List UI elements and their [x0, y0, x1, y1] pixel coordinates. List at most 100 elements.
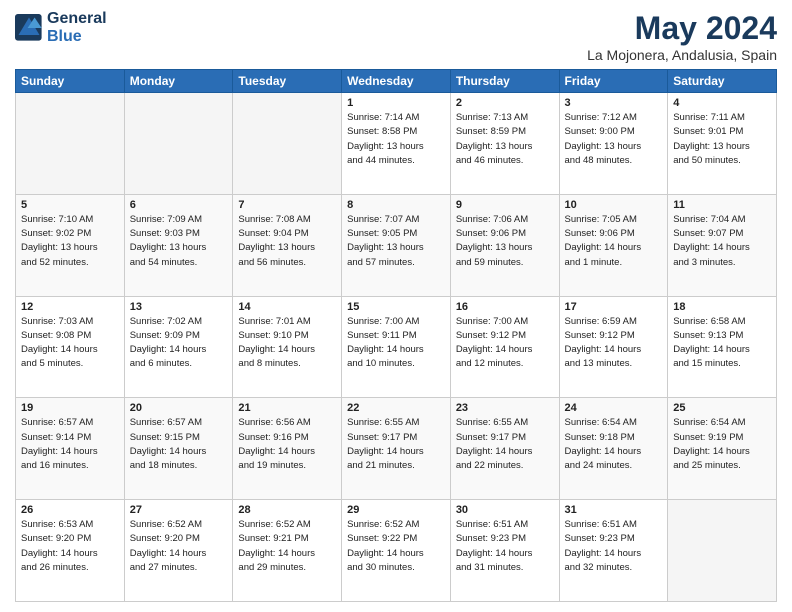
- detail-line: Daylight: 13 hours: [456, 140, 554, 154]
- detail-line: and 12 minutes.: [456, 357, 554, 371]
- detail-line: Sunrise: 7:00 AM: [347, 315, 445, 329]
- detail-line: Sunset: 8:58 PM: [347, 125, 445, 139]
- detail-line: Daylight: 14 hours: [673, 445, 771, 459]
- detail-line: Sunrise: 6:55 AM: [347, 416, 445, 430]
- logo-line2: Blue: [47, 28, 107, 46]
- detail-line: Sunset: 9:02 PM: [21, 227, 119, 241]
- detail-line: Sunset: 8:59 PM: [456, 125, 554, 139]
- detail-line: Daylight: 14 hours: [238, 343, 336, 357]
- detail-line: Sunset: 9:07 PM: [673, 227, 771, 241]
- calendar-header-monday: Monday: [124, 70, 233, 93]
- calendar-cell: 9Sunrise: 7:06 AMSunset: 9:06 PMDaylight…: [450, 194, 559, 296]
- day-number: 31: [565, 504, 663, 516]
- detail-line: Daylight: 14 hours: [565, 343, 663, 357]
- detail-line: Sunset: 9:03 PM: [130, 227, 228, 241]
- detail-line: Daylight: 14 hours: [238, 445, 336, 459]
- detail-line: Sunrise: 7:09 AM: [130, 213, 228, 227]
- detail-line: Sunset: 9:21 PM: [238, 532, 336, 546]
- calendar-cell: 24 Sunrise: 6:54 AMSunset: 9:18 PMDayligh…: [559, 398, 668, 500]
- detail-line: Sunset: 9:20 PM: [21, 532, 119, 546]
- detail-line: and 19 minutes.: [238, 459, 336, 473]
- calendar-cell: 3Sunrise: 7:12 AMSunset: 9:00 PMDaylight…: [559, 93, 668, 195]
- detail-line: and 8 minutes.: [238, 357, 336, 371]
- day-number: 21: [238, 402, 336, 414]
- detail-line: and 29 minutes.: [238, 561, 336, 575]
- detail-line: Sunset: 9:23 PM: [565, 532, 663, 546]
- day-number: 9: [456, 199, 554, 211]
- detail-line: Sunset: 9:17 PM: [347, 431, 445, 445]
- day-detail: Sunrise: 7:00 AMSunset: 9:11 PMDaylight:…: [347, 315, 445, 372]
- day-detail: Sunrise: 7:09 AMSunset: 9:03 PMDaylight:…: [130, 213, 228, 270]
- detail-line: Sunrise: 6:51 AM: [456, 518, 554, 532]
- day-detail: Sunrise: 7:04 AMSunset: 9:07 PMDaylight:…: [673, 213, 771, 270]
- title-block: May 2024 La Mojonera, Andalusia, Spain: [587, 10, 777, 63]
- calendar-cell: 2Sunrise: 7:13 AMSunset: 8:59 PMDaylight…: [450, 93, 559, 195]
- calendar-cell: 10Sunrise: 7:05 AMSunset: 9:06 PMDayligh…: [559, 194, 668, 296]
- day-detail: Sunrise: 6:52 AMSunset: 9:20 PMDaylight:…: [130, 518, 228, 575]
- day-number: 1: [347, 97, 445, 109]
- day-number: 20: [130, 402, 228, 414]
- detail-line: and 5 minutes.: [21, 357, 119, 371]
- day-detail: Sunrise: 6:59 AMSunset: 9:12 PMDaylight:…: [565, 315, 663, 372]
- detail-line: and 48 minutes.: [565, 154, 663, 168]
- detail-line: Sunrise: 7:03 AM: [21, 315, 119, 329]
- detail-line: and 52 minutes.: [21, 256, 119, 270]
- detail-line: Sunrise: 7:07 AM: [347, 213, 445, 227]
- detail-line: and 32 minutes.: [565, 561, 663, 575]
- detail-line: Sunset: 9:06 PM: [456, 227, 554, 241]
- detail-line: Sunset: 9:01 PM: [673, 125, 771, 139]
- detail-line: and 59 minutes.: [456, 256, 554, 270]
- day-number: 5: [21, 199, 119, 211]
- calendar-cell: 23 Sunrise: 6:55 AMSunset: 9:17 PMDayligh…: [450, 398, 559, 500]
- day-detail: Sunrise: 7:12 AMSunset: 9:00 PMDaylight:…: [565, 111, 663, 168]
- day-detail: Sunrise: 6:54 AMSunset: 9:18 PMDaylight:…: [565, 416, 663, 473]
- detail-line: and 18 minutes.: [130, 459, 228, 473]
- calendar-cell: 16Sunrise: 7:00 AMSunset: 9:12 PMDayligh…: [450, 296, 559, 398]
- day-number: 24: [565, 402, 663, 414]
- detail-line: Daylight: 14 hours: [21, 547, 119, 561]
- detail-line: Daylight: 14 hours: [347, 547, 445, 561]
- day-detail: Sunrise: 6:52 AMSunset: 9:21 PMDaylight:…: [238, 518, 336, 575]
- logo-line1: General: [47, 10, 107, 28]
- calendar-cell: 29Sunrise: 6:52 AMSunset: 9:22 PMDayligh…: [342, 500, 451, 602]
- detail-line: and 30 minutes.: [347, 561, 445, 575]
- detail-line: Daylight: 14 hours: [130, 547, 228, 561]
- calendar-cell: 22Sunrise: 6:55 AMSunset: 9:17 PMDayligh…: [342, 398, 451, 500]
- day-detail: Sunrise: 7:02 AMSunset: 9:09 PMDaylight:…: [130, 315, 228, 372]
- detail-line: Daylight: 13 hours: [565, 140, 663, 154]
- day-number: 14: [238, 301, 336, 313]
- day-detail: Sunrise: 6:55 AMSunset: 9:17 PMDaylight:…: [456, 416, 554, 473]
- detail-line: and 57 minutes.: [347, 256, 445, 270]
- day-number: 23: [456, 402, 554, 414]
- day-detail: Sunrise: 6:51 AMSunset: 9:23 PMDaylight:…: [456, 518, 554, 575]
- detail-line: Daylight: 14 hours: [565, 445, 663, 459]
- detail-line: Sunrise: 6:56 AM: [238, 416, 336, 430]
- detail-line: Sunrise: 7:14 AM: [347, 111, 445, 125]
- detail-line: Sunrise: 6:53 AM: [21, 518, 119, 532]
- day-number: 19: [21, 402, 119, 414]
- detail-line: Sunset: 9:15 PM: [130, 431, 228, 445]
- detail-line: Sunrise: 7:01 AM: [238, 315, 336, 329]
- detail-line: Sunrise: 6:51 AM: [565, 518, 663, 532]
- detail-line: Sunset: 9:08 PM: [21, 329, 119, 343]
- calendar-cell: 12Sunrise: 7:03 AMSunset: 9:08 PMDayligh…: [16, 296, 125, 398]
- day-number: 25: [673, 402, 771, 414]
- calendar-week-2: 5Sunrise: 7:10 AMSunset: 9:02 PMDaylight…: [16, 194, 777, 296]
- day-number: 22: [347, 402, 445, 414]
- detail-line: Sunrise: 6:52 AM: [347, 518, 445, 532]
- detail-line: and 15 minutes.: [673, 357, 771, 371]
- detail-line: Sunset: 9:19 PM: [673, 431, 771, 445]
- day-detail: Sunrise: 6:54 AMSunset: 9:19 PMDaylight:…: [673, 416, 771, 473]
- detail-line: Sunrise: 6:58 AM: [673, 315, 771, 329]
- calendar-cell: 25 Sunrise: 6:54 AMSunset: 9:19 PMDayligh…: [668, 398, 777, 500]
- day-number: 28: [238, 504, 336, 516]
- detail-line: and 10 minutes.: [347, 357, 445, 371]
- day-number: 29: [347, 504, 445, 516]
- detail-line: Daylight: 13 hours: [347, 241, 445, 255]
- calendar-cell: 26Sunrise: 6:53 AMSunset: 9:20 PMDayligh…: [16, 500, 125, 602]
- detail-line: and 16 minutes.: [21, 459, 119, 473]
- day-number: 15: [347, 301, 445, 313]
- detail-line: Daylight: 14 hours: [130, 343, 228, 357]
- calendar-table: SundayMondayTuesdayWednesdayThursdayFrid…: [15, 69, 777, 602]
- detail-line: and 24 minutes.: [565, 459, 663, 473]
